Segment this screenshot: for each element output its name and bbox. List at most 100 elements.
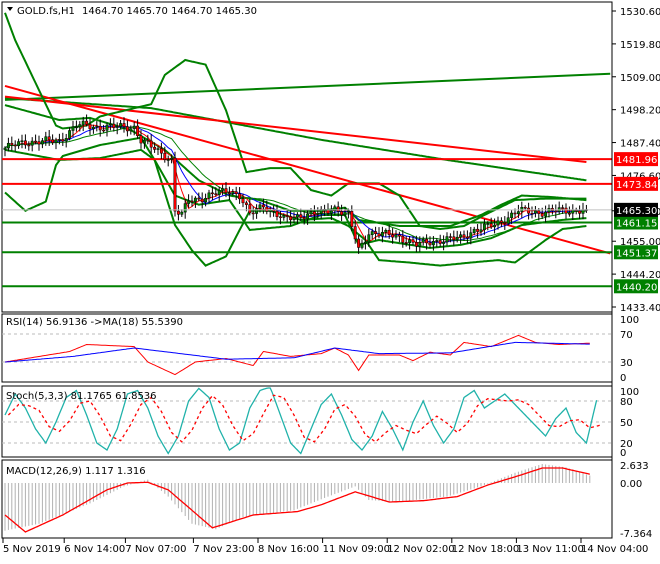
candle-body: [329, 210, 333, 214]
candle-body: [387, 229, 391, 236]
candle-body: [442, 241, 446, 244]
candle-body: [40, 140, 44, 145]
candle-body: [238, 193, 242, 200]
candle-body: [95, 125, 99, 128]
candle-body: [506, 217, 510, 224]
candle-body: [224, 188, 228, 193]
x-tick-label: 6 Nov 14:00: [64, 544, 125, 555]
candle-body: [105, 124, 109, 131]
candle-body: [472, 228, 476, 233]
candle-body: [554, 210, 558, 213]
candle-body: [401, 235, 405, 243]
candle-body: [51, 139, 55, 143]
candle-body: [47, 136, 51, 140]
trading-chart[interactable]: 1530.601519.801509.001498.201487.401476.…: [0, 0, 660, 560]
candle-body: [255, 208, 259, 214]
candle-body: [54, 139, 58, 143]
candle-body: [265, 206, 269, 212]
candle-body: [125, 126, 129, 132]
rsi-tick-label: 30: [620, 358, 633, 369]
candle-body: [10, 142, 14, 146]
candle-body: [343, 211, 347, 216]
candle-body: [30, 140, 34, 146]
candle-body: [214, 193, 218, 196]
rsi-tick-label: 0: [620, 373, 626, 384]
candle-body: [465, 236, 469, 239]
candle-body: [6, 142, 10, 149]
candle-body: [459, 234, 463, 238]
y-tick-label: 1509.00: [620, 73, 660, 84]
price-panel[interactable]: 1530.601519.801509.001498.201487.401476.…: [1, 1, 660, 314]
candle-body: [112, 123, 116, 128]
candle-body: [503, 222, 507, 224]
x-tick-label: 7 Nov 23:00: [193, 544, 254, 555]
candle-body: [221, 188, 225, 191]
candle-body: [275, 210, 279, 218]
candle-body: [207, 192, 211, 199]
candle-body: [367, 234, 371, 243]
candle-body: [448, 236, 452, 238]
candle-body: [81, 120, 85, 125]
candle-body: [146, 139, 150, 142]
candle-body: [234, 191, 238, 194]
candle-body: [363, 241, 367, 244]
candle-body: [13, 144, 17, 147]
candle-body: [204, 197, 208, 203]
candle-body: [421, 238, 425, 243]
support-level-label: 1451.37: [616, 248, 657, 259]
y-tick-label: 1487.40: [620, 139, 660, 150]
candle-body: [404, 242, 408, 244]
candle-body: [336, 206, 340, 212]
candle-body: [159, 148, 163, 154]
support-level-label: 1461.15: [616, 218, 657, 229]
stoch-label: Stoch(5,3,3) 81.1765 61.8536: [6, 391, 157, 402]
candle-body: [544, 211, 548, 217]
candle-body: [414, 242, 418, 247]
candle-body: [156, 148, 160, 150]
candle-body: [418, 241, 422, 247]
candle-body: [537, 210, 541, 214]
candle-body: [183, 203, 187, 213]
candle-body: [445, 236, 449, 243]
candle-body: [278, 216, 282, 219]
candle-body: [516, 211, 520, 214]
candle-body: [510, 212, 514, 218]
candle-body: [187, 200, 191, 204]
support-level-label: 1440.20: [616, 282, 657, 293]
candle-body: [129, 128, 133, 132]
macd-tick-label: -7.364: [620, 529, 652, 540]
candle-body: [316, 213, 320, 215]
candle-body: [346, 211, 350, 213]
candle-body: [493, 224, 497, 228]
candle-body: [166, 159, 170, 161]
y-tick-label: 1498.20: [620, 106, 660, 117]
macd-label: MACD(12,26,9) 1.117 1.316: [6, 466, 146, 477]
candle-body: [23, 140, 27, 146]
x-tick-label: 14 Nov 04:00: [581, 544, 648, 555]
candle-body: [561, 207, 565, 209]
candle-body: [173, 157, 177, 212]
y-tick-label: 1433.40: [620, 303, 660, 314]
candle-body: [170, 157, 174, 160]
x-tick-label: 11 Nov 09:00: [323, 544, 390, 555]
candle-body: [285, 215, 289, 217]
candle-body: [578, 210, 582, 214]
candle-body: [289, 216, 293, 221]
candle-body: [428, 242, 432, 246]
y-tick-label: 1519.80: [620, 40, 660, 51]
candle-body: [34, 140, 38, 143]
candle-body: [20, 140, 24, 143]
candle-body: [282, 215, 286, 218]
candle-body: [299, 214, 303, 218]
candle-body: [136, 125, 140, 136]
symbol-label: GOLD.fs,H1: [17, 6, 75, 17]
candle-body: [142, 139, 146, 144]
candle-body: [357, 238, 361, 248]
candle-body: [197, 197, 201, 200]
candle-body: [119, 123, 123, 127]
candle-body: [163, 152, 167, 160]
candle-body: [88, 124, 92, 130]
candle-body: [71, 126, 75, 131]
candle-body: [122, 123, 126, 127]
price-frame: [1, 1, 613, 313]
